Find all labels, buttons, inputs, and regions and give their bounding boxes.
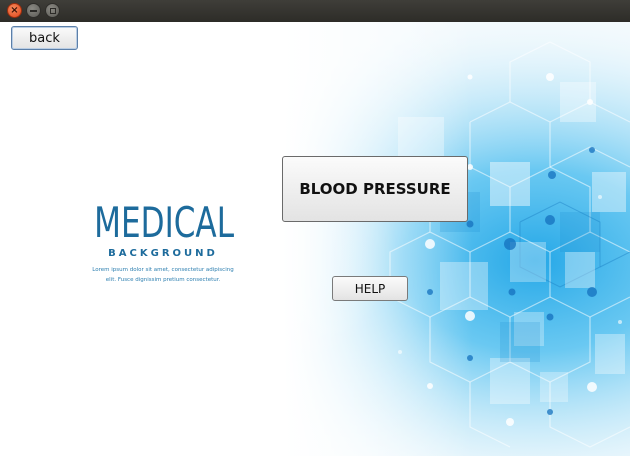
back-button[interactable]: back: [11, 26, 78, 50]
medical-logo: MEDICAL BACKGROUND Lorem ipsum dolor sit…: [70, 202, 256, 286]
title-bar: ×: [0, 0, 630, 22]
logo-title: MEDICAL: [94, 198, 235, 247]
logo-tagline-line2: elit. Fusce dignissim pretium consectetu…: [105, 276, 221, 283]
minimize-icon: [30, 9, 37, 12]
minimize-window-button[interactable]: [26, 3, 41, 18]
help-button[interactable]: HELP: [332, 276, 408, 301]
blood-pressure-button[interactable]: BLOOD PRESSURE: [282, 156, 468, 222]
logo-tagline: Lorem ipsum dolor sit amet, consectetur …: [70, 266, 256, 286]
maximize-window-button[interactable]: [45, 3, 60, 18]
close-window-button[interactable]: ×: [7, 3, 22, 18]
maximize-icon: [49, 7, 56, 14]
logo-tagline-line1: Lorem ipsum dolor sit amet, consectetur …: [92, 267, 234, 273]
main-content: MEDICAL BACKGROUND Lorem ipsum dolor sit…: [0, 22, 630, 456]
app-window: × MEDICAL BACKGROUND Lorem ipsum dolor s…: [0, 0, 630, 456]
logo-subtitle: BACKGROUND: [108, 248, 218, 259]
close-icon: ×: [10, 4, 19, 16]
